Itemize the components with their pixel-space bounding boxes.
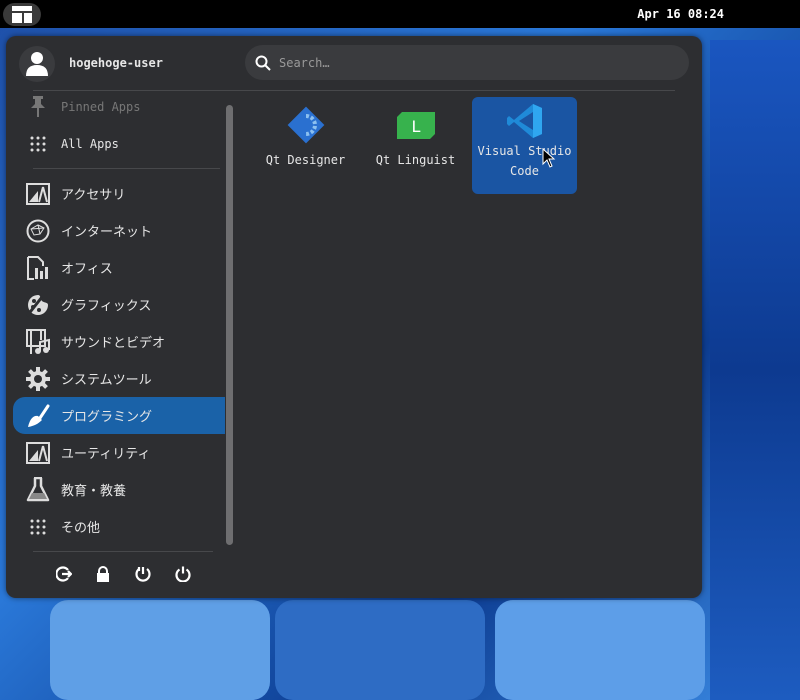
sidebar-item-label: サウンドとビデオ: [61, 336, 166, 351]
app-label: Visual Studio Code: [477, 144, 572, 178]
sidebar-item-pinned-apps[interactable]: Pinned Apps: [13, 88, 225, 125]
sidebar-item-graphics[interactable]: グラフィックス: [13, 286, 225, 323]
wallpaper: [275, 600, 485, 700]
sidebar-item-label: インターネット: [61, 225, 153, 240]
clock[interactable]: Apr 16 08:24: [637, 7, 724, 21]
sidebar-item-label: グラフィックス: [61, 299, 152, 314]
qt-linguist-icon: L: [396, 103, 435, 147]
gear-icon: [25, 366, 51, 392]
trowel-icon: [25, 403, 51, 429]
mouse-cursor-icon: [542, 148, 556, 168]
flask-icon: [25, 476, 51, 503]
wallpaper: [710, 40, 800, 700]
sidebar-item-label: ユーティリティ: [61, 447, 151, 462]
restart-button[interactable]: [133, 564, 153, 584]
sidebar-item-accessories[interactable]: アクセサリ: [13, 175, 225, 212]
sidebar-item-programming[interactable]: プログラミング: [13, 397, 225, 434]
sidebar-item-internet[interactable]: インターネット: [13, 212, 225, 249]
user-icon: [26, 52, 48, 76]
search-input[interactable]: Search…: [245, 45, 689, 80]
qt-designer-icon: [285, 103, 327, 147]
multimedia-icon: [25, 328, 51, 355]
sidebar-item-label: システムツール: [61, 373, 152, 388]
username: hogehoge-user: [69, 56, 163, 70]
logout-button[interactable]: [54, 564, 74, 584]
wallpaper: [50, 600, 270, 700]
sidebar-item-label: アクセサリ: [61, 188, 126, 203]
office-icon: [25, 255, 51, 281]
accessories-icon: [25, 181, 51, 207]
lock-icon: [97, 566, 109, 582]
sidebar-item-utilities[interactable]: ユーティリティ: [13, 434, 225, 471]
pin-icon: [25, 94, 51, 120]
app-label: Qt Designer: [265, 153, 346, 167]
top-panel: Apr 16 08:24: [0, 0, 800, 28]
app-visual-studio-code[interactable]: Visual Studio Code: [472, 97, 577, 194]
wallpaper: [495, 600, 705, 700]
power-icon: [175, 566, 191, 582]
sidebar-scrollbar[interactable]: [226, 105, 233, 545]
sidebar-item-all-apps[interactable]: All Apps: [13, 125, 225, 162]
sidebar-item-label: その他: [61, 521, 101, 536]
sidebar-item-label: プログラミング: [61, 410, 153, 425]
sidebar-item-office[interactable]: オフィス: [13, 249, 225, 286]
app-menu-button[interactable]: [3, 3, 41, 26]
grid-icon: [25, 131, 51, 157]
app-label: Qt Linguist: [375, 153, 456, 167]
vscode-icon: [506, 101, 544, 141]
sidebar-item-label: 教育・教養: [61, 484, 127, 499]
sidebar-item-label: オフィス: [61, 262, 113, 277]
sidebar-item-system-tools[interactable]: システムツール: [13, 360, 225, 397]
app-menu-panel: hogehoge-user Search… Pinned Apps All Ap…: [6, 36, 702, 598]
logout-icon: [56, 566, 72, 582]
app-qt-linguist[interactable]: L Qt Linguist: [363, 97, 468, 194]
globe-icon: [25, 218, 51, 244]
sidebar-item-multimedia[interactable]: サウンドとビデオ: [13, 323, 225, 360]
app-qt-designer[interactable]: Qt Designer: [253, 97, 358, 194]
utilities-icon: [25, 440, 51, 466]
sidebar-item-label: Pinned Apps: [61, 99, 141, 114]
layout-icon: [12, 6, 32, 23]
power-button[interactable]: [173, 564, 193, 584]
divider: [33, 551, 213, 552]
sidebar-item-other[interactable]: その他: [13, 508, 225, 545]
linguist-letter: L: [411, 117, 420, 136]
avatar[interactable]: [19, 46, 55, 82]
divider: [33, 168, 220, 169]
grid-icon: [25, 514, 51, 540]
palette-icon: [25, 292, 51, 318]
search-placeholder: Search…: [279, 55, 330, 70]
search-icon: [255, 55, 271, 71]
sidebar-item-label: All Apps: [61, 136, 119, 151]
sidebar-item-education[interactable]: 教育・教養: [13, 471, 225, 508]
lock-button[interactable]: [93, 564, 113, 584]
restart-icon: [135, 567, 151, 582]
